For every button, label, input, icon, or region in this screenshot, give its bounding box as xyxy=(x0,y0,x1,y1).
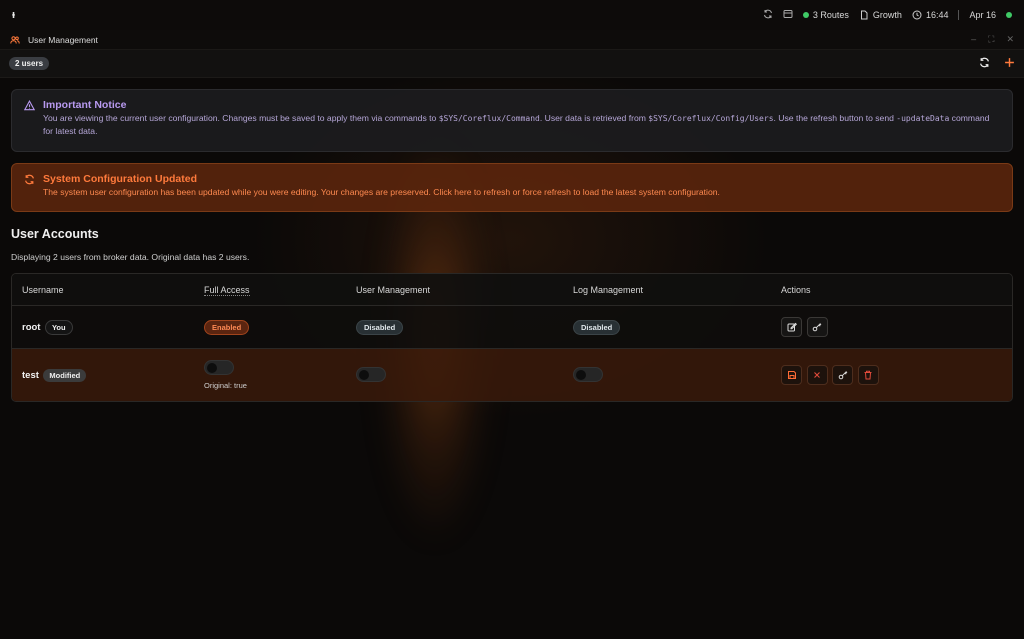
clock-icon xyxy=(912,10,922,20)
delete-user-button[interactable] xyxy=(857,365,879,385)
config-updated-notice[interactable]: System Configuration Updated The system … xyxy=(11,163,1013,212)
add-user-icon[interactable] xyxy=(1004,55,1015,73)
column-header-username: Username xyxy=(12,274,194,306)
clock-time: 16:44 xyxy=(925,10,949,20)
sync-icon[interactable] xyxy=(763,9,773,21)
config-updated-text[interactable]: The system user configuration has been u… xyxy=(43,186,1000,199)
system-top-bar: ᵻ 3 Routes Growth 16:44 Apr 16 xyxy=(0,0,1024,30)
discard-changes-button[interactable] xyxy=(806,365,828,385)
table-row: root You Enabled Disabled Disabled xyxy=(12,306,1012,349)
plan-label: Growth xyxy=(872,10,902,20)
trash-icon xyxy=(864,370,872,380)
key-icon xyxy=(812,323,822,332)
notice-text-part: You are viewing the current user configu… xyxy=(43,113,439,123)
current-user-tag: You xyxy=(44,319,73,335)
save-icon xyxy=(787,371,796,379)
full-access-badge: Enabled xyxy=(204,319,250,335)
toolbar: 2 users xyxy=(0,50,1024,78)
section-title: User Accounts xyxy=(11,227,99,241)
refresh-icon xyxy=(25,174,34,184)
users-icon xyxy=(10,35,20,44)
window-title-bar: User Management – ⛶ ✕ xyxy=(0,30,1024,50)
edit-user-button[interactable] xyxy=(781,317,802,337)
important-notice: Important Notice You are viewing the cur… xyxy=(11,89,1013,152)
notice-text-part: . User data is retrieved from xyxy=(539,113,649,123)
warning-icon xyxy=(24,99,35,110)
window-title: User Management xyxy=(28,34,98,45)
important-notice-text: You are viewing the current user configu… xyxy=(43,112,1000,138)
change-password-button[interactable] xyxy=(832,365,854,385)
config-topic: $SYS/Coreflux/Config/Users xyxy=(648,114,774,123)
toggle-knob xyxy=(576,369,586,380)
modified-tag: Modified xyxy=(43,368,87,382)
key-icon xyxy=(838,371,847,380)
toggle-knob xyxy=(207,363,217,373)
edit-icon xyxy=(787,322,797,332)
column-header-user-management: User Management xyxy=(346,274,563,306)
column-header-log-management: Log Management xyxy=(563,274,771,306)
clock: 16:44 xyxy=(912,10,949,20)
minimize-icon[interactable]: – xyxy=(971,34,976,45)
user-management-badge: Disabled xyxy=(356,319,404,335)
connection-status-icon xyxy=(1006,12,1012,18)
date-label: Apr 16 xyxy=(969,10,996,20)
plan-status[interactable]: Growth xyxy=(859,10,902,20)
users-table: Username Full Access User Management Log… xyxy=(11,273,1013,402)
save-changes-button[interactable] xyxy=(781,365,802,385)
change-password-button[interactable] xyxy=(806,317,828,337)
notice-text-part: . Use the refresh button to send xyxy=(773,113,897,123)
command-topic: $SYS/Coreflux/Command xyxy=(438,114,540,123)
update-command: -updateData xyxy=(896,114,950,123)
config-updated-title: System Configuration Updated xyxy=(43,173,198,185)
routes-label: 3 Routes xyxy=(812,10,849,20)
online-dot-icon xyxy=(802,12,809,18)
close-icon xyxy=(814,372,820,378)
full-access-toggle[interactable] xyxy=(204,360,234,375)
user-management-toggle[interactable] xyxy=(356,366,386,382)
username: test xyxy=(22,369,39,381)
log-management-toggle[interactable] xyxy=(573,366,603,382)
divider xyxy=(958,10,960,20)
document-icon xyxy=(860,10,868,20)
toggle-knob xyxy=(359,369,369,380)
table-row: test Modified Original: true xyxy=(12,349,1012,401)
users-summary: Displaying 2 users from broker data. Ori… xyxy=(11,252,250,262)
original-value-label: Original: true xyxy=(204,381,247,390)
refresh-icon[interactable] xyxy=(979,55,990,73)
app-logo[interactable]: ᵻ xyxy=(12,9,15,21)
layout-icon[interactable] xyxy=(783,9,793,21)
important-notice-title: Important Notice xyxy=(43,99,127,111)
close-icon[interactable]: ✕ xyxy=(1006,34,1014,45)
routes-status[interactable]: 3 Routes xyxy=(802,10,849,20)
column-header-actions: Actions xyxy=(771,274,1012,306)
maximize-icon[interactable]: ⛶ xyxy=(988,34,994,45)
column-header-full-access[interactable]: Full Access xyxy=(194,274,346,306)
username: root xyxy=(22,321,41,333)
log-management-badge: Disabled xyxy=(573,319,621,335)
full-access-header-label: Full Access xyxy=(204,284,250,296)
user-count-badge: 2 users xyxy=(9,57,50,70)
